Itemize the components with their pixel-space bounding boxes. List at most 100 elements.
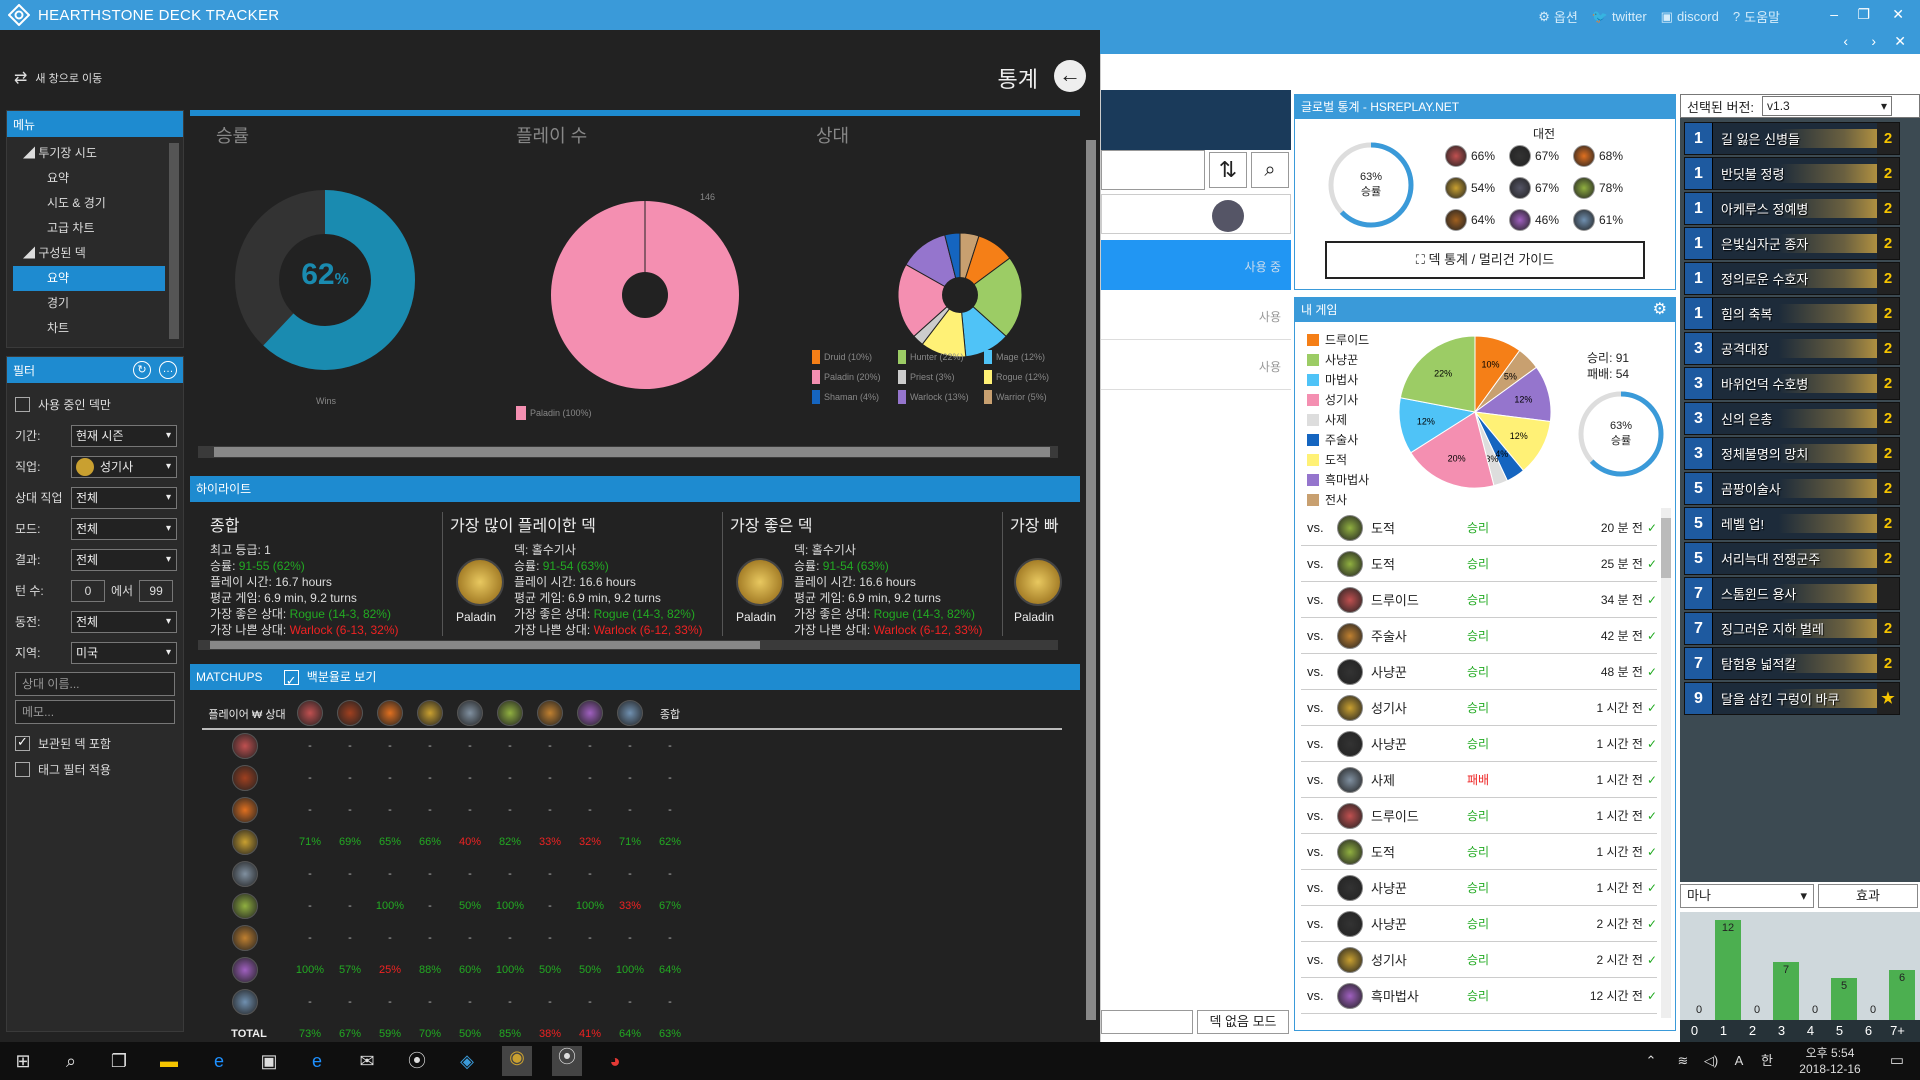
percent-view-checkbox[interactable] xyxy=(283,668,299,694)
result-select[interactable]: 전체 xyxy=(71,548,177,571)
network-icon[interactable]: ≋ xyxy=(1672,1050,1694,1072)
deck-stats-guide-button[interactable]: ⛶ 덱 통계 / 멀리건 가이드 xyxy=(1325,241,1645,279)
card-row[interactable]: 3 신의 은총 2 xyxy=(1684,402,1900,435)
menu-scrollbar[interactable] xyxy=(169,143,179,339)
opponent-class-select[interactable]: 전체 xyxy=(71,486,177,509)
highlights-hscrollbar[interactable] xyxy=(198,640,1058,650)
card-row[interactable]: 3 정체불명의 망치 2 xyxy=(1684,437,1900,470)
minimize-button[interactable]: – xyxy=(1830,6,1838,22)
class-filter-row[interactable] xyxy=(1101,194,1291,234)
deck-item-selected[interactable]: 사용 중 xyxy=(1101,240,1291,290)
task-view-icon[interactable]: ❐ xyxy=(108,1050,130,1072)
menu-arena-summary[interactable]: 요약 xyxy=(7,166,183,191)
game-row[interactable]: vs. 사제 패배 1 시간 전 ✓ xyxy=(1301,762,1657,798)
class-select[interactable]: 성기사 xyxy=(71,455,177,478)
game-row[interactable]: vs. 성기사 승리 2 시간 전 ✓ xyxy=(1301,942,1657,978)
edge-icon[interactable]: e xyxy=(208,1050,230,1072)
close-icon[interactable]: ✕ xyxy=(1894,33,1906,50)
active-deck-only-checkbox[interactable]: 사용 중인 덱만 xyxy=(7,389,183,420)
mana-select[interactable]: 마나 ▾ xyxy=(1680,884,1814,908)
menu-arena-runs[interactable]: 시도 & 경기 xyxy=(7,191,183,216)
ime-icon[interactable]: A xyxy=(1728,1050,1750,1072)
options-link[interactable]: ⚙ 옵션 xyxy=(1538,7,1578,26)
menu-constructed-charts[interactable]: 차트 xyxy=(7,316,183,341)
class-icon[interactable] xyxy=(1212,200,1244,232)
sort-icon[interactable]: ⇅ xyxy=(1209,152,1247,188)
card-row[interactable]: 1길 잃은 신병들 2 xyxy=(1684,122,1900,155)
card-row[interactable]: 1 힘의 축복 2 xyxy=(1684,297,1900,330)
game-row[interactable]: vs. 도적 승리 20 분 전 ✓ xyxy=(1301,510,1657,546)
charts-hscrollbar[interactable] xyxy=(198,446,1058,458)
game-row[interactable]: vs. 도적 승리 1 시간 전 ✓ xyxy=(1301,834,1657,870)
game-row[interactable]: vs. 사냥꾼 승리 1 시간 전 ✓ xyxy=(1301,726,1657,762)
version-select[interactable]: v1.3 xyxy=(1762,96,1893,116)
period-select[interactable]: 현재 시즌 xyxy=(71,424,177,447)
stats-vscrollbar[interactable] xyxy=(1086,110,1098,1030)
help-link[interactable]: ? 도움말 xyxy=(1733,7,1780,26)
card-row[interactable]: 1 반딧불 정령 2 xyxy=(1684,157,1900,190)
deck-search-box[interactable] xyxy=(1101,150,1205,190)
mail-icon[interactable]: ✉ xyxy=(356,1050,378,1072)
game-row[interactable]: vs. 성기사 승리 1 시간 전 ✓ xyxy=(1301,690,1657,726)
discord-link[interactable]: ▣ discord xyxy=(1661,7,1719,26)
apply-tag-filter-checkbox[interactable]: 태그 필터 적용 xyxy=(7,759,183,779)
tracker-active-icon[interactable]: ⦿ xyxy=(552,1046,582,1076)
card-row[interactable]: 1 아케루스 정예병 2 xyxy=(1684,192,1900,225)
note-input[interactable]: 메모... xyxy=(15,700,175,724)
chevron-right-icon[interactable]: › xyxy=(1871,33,1876,49)
scroll-thumb[interactable] xyxy=(214,447,1050,457)
game-row[interactable]: vs. 드루이드 승리 1 시간 전 ✓ xyxy=(1301,798,1657,834)
deck-filter-input[interactable] xyxy=(1101,1010,1193,1034)
card-row[interactable]: 1 정의로운 수호자 2 xyxy=(1684,262,1900,295)
game-row[interactable]: vs. 도적 승리 25 분 전 ✓ xyxy=(1301,546,1657,582)
card-row[interactable]: 7 탐험용 넓적칼 2 xyxy=(1684,647,1900,680)
menu-constructed[interactable]: ◢ 구성된 덱 xyxy=(7,241,183,266)
coin-select[interactable]: 전체 xyxy=(71,610,177,633)
chevron-left-icon[interactable]: ‹ xyxy=(1843,33,1848,49)
deck-item[interactable]: 사용 xyxy=(1101,340,1291,390)
notification-icon[interactable]: ▭ xyxy=(1886,1050,1908,1072)
hangul-icon[interactable]: 한 xyxy=(1756,1050,1778,1072)
menu-arena-charts[interactable]: 고급 차트 xyxy=(7,216,183,241)
no-deck-mode-button[interactable]: 덱 없음 모드 xyxy=(1197,1010,1289,1034)
checkbox[interactable] xyxy=(15,397,30,412)
menu-constructed-games[interactable]: 경기 xyxy=(7,291,183,316)
card-row[interactable]: 1 은빛십자군 종자 2 xyxy=(1684,227,1900,260)
file-explorer-icon[interactable]: ▬ xyxy=(158,1050,180,1072)
card-row[interactable]: 5 레벨 업! 2 xyxy=(1684,507,1900,540)
include-archived-checkbox[interactable]: 보관된 덱 포함 xyxy=(7,728,183,759)
checkbox[interactable] xyxy=(15,734,30,751)
card-row[interactable]: 3 공격대장 2 xyxy=(1684,332,1900,365)
game-row[interactable]: vs. 사냥꾼 승리 48 분 전 ✓ xyxy=(1301,654,1657,690)
back-arrow-icon[interactable]: ← xyxy=(1054,60,1086,92)
scroll-thumb[interactable] xyxy=(210,641,760,649)
card-row[interactable]: 9 달을 삼킨 구렁이 바쿠 ★ xyxy=(1684,682,1900,715)
region-select[interactable]: 미국 xyxy=(71,641,177,664)
card-row[interactable]: 5 서리늑대 전쟁군주 2 xyxy=(1684,542,1900,575)
scroll-thumb[interactable] xyxy=(1086,140,1096,1020)
deck-item[interactable]: 사용 xyxy=(1101,290,1291,340)
maximize-button[interactable]: ❐ xyxy=(1857,6,1870,23)
opponent-name-input[interactable]: 상대 이름... xyxy=(15,672,175,696)
ie-icon[interactable]: e xyxy=(306,1050,328,1072)
checkbox[interactable] xyxy=(15,761,30,777)
hdt-icon[interactable]: ◈ xyxy=(456,1050,478,1072)
card-row[interactable]: 5 곰팡이술사 2 xyxy=(1684,472,1900,505)
volume-icon[interactable]: ◁) xyxy=(1700,1050,1722,1072)
turns-max-input[interactable]: 99 xyxy=(139,579,174,602)
card-row[interactable]: 7 스톰윈드 용사 xyxy=(1684,577,1900,610)
turns-min-input[interactable]: 0 xyxy=(71,579,105,602)
windows-start-icon[interactable]: ⊞ xyxy=(12,1050,34,1072)
search-icon[interactable]: ⌕ xyxy=(1251,152,1289,188)
gear-icon[interactable]: ⚙ xyxy=(1653,298,1667,322)
app-icon[interactable]: ⦿ xyxy=(406,1050,428,1072)
game-row[interactable]: vs. 흑마법사 승리 12 시간 전 ✓ xyxy=(1301,978,1657,1014)
scroll-thumb[interactable] xyxy=(1661,518,1671,578)
chrome-icon[interactable]: ◕ xyxy=(604,1050,626,1072)
effect-button[interactable]: 효과 xyxy=(1818,884,1918,908)
more-icon[interactable]: … xyxy=(159,361,177,379)
card-row[interactable]: 3 바위언덕 수호병 2 xyxy=(1684,367,1900,400)
game-row[interactable]: vs. 사냥꾼 승리 1 시간 전 ✓ xyxy=(1301,870,1657,906)
move-window-button[interactable]: ⇄ 새 창으로 이동 xyxy=(14,68,102,88)
mode-select[interactable]: 전체 xyxy=(71,517,177,540)
